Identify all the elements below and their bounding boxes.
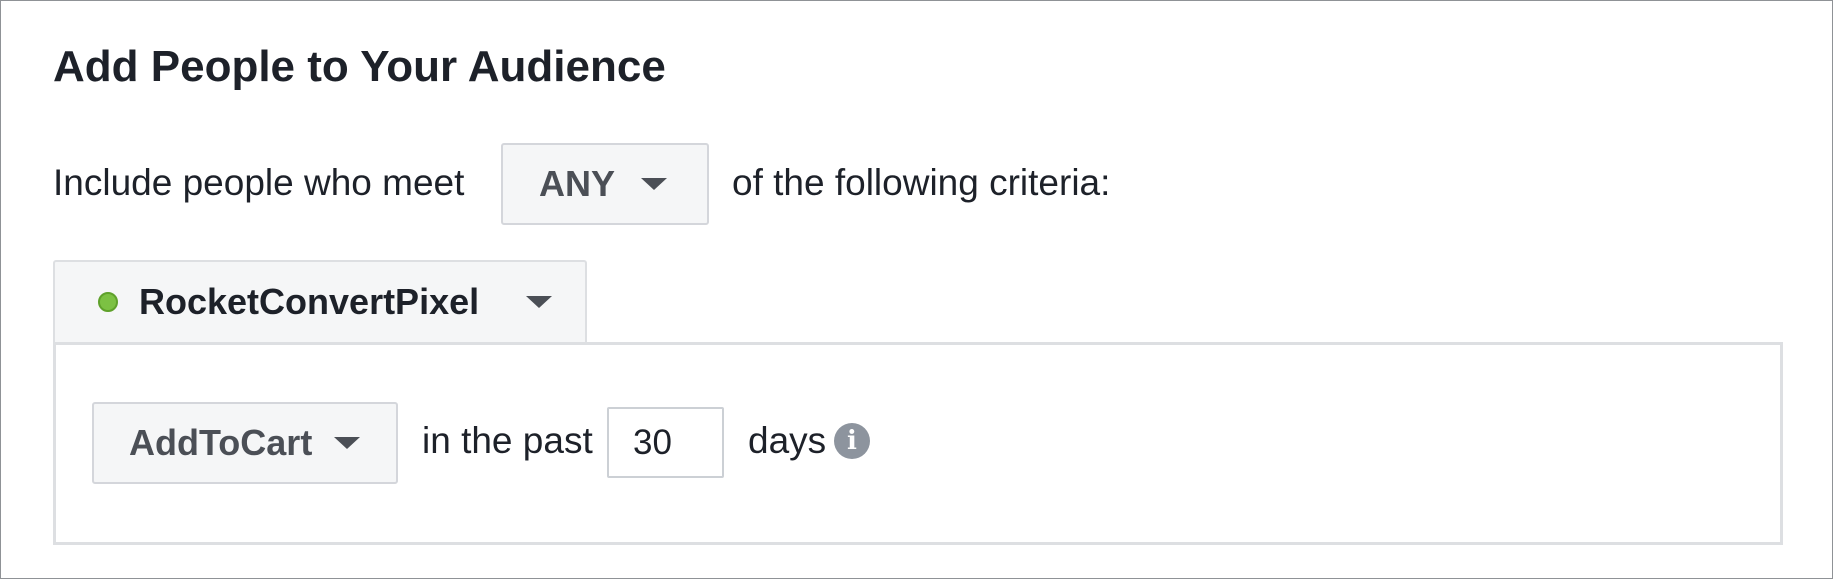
info-icon[interactable]: i [834, 423, 870, 459]
chevron-down-icon [641, 178, 668, 190]
event-type-value: AddToCart [129, 422, 313, 463]
days-label: days [748, 420, 827, 461]
audience-panel: Add People to Your Audience Include peop… [0, 0, 1833, 579]
in-the-past-label: in the past [422, 420, 593, 461]
match-type-dropdown[interactable]: ANY [501, 143, 709, 225]
criteria-suffix-label: of the following criteria: [732, 162, 1111, 203]
info-glyph: i [847, 426, 857, 456]
chevron-down-icon [334, 437, 361, 449]
pixel-source-dropdown[interactable]: RocketConvertPixel [53, 260, 587, 342]
event-type-dropdown[interactable]: AddToCart [92, 402, 398, 484]
criteria-prefix-label: Include people who meet [53, 162, 465, 203]
chevron-down-icon [526, 296, 553, 308]
retention-days-input[interactable] [607, 407, 724, 478]
pixel-name: RocketConvertPixel [139, 281, 480, 322]
panel-title: Add People to Your Audience [53, 42, 666, 91]
match-type-value: ANY [539, 163, 616, 204]
status-dot-icon [98, 292, 118, 312]
